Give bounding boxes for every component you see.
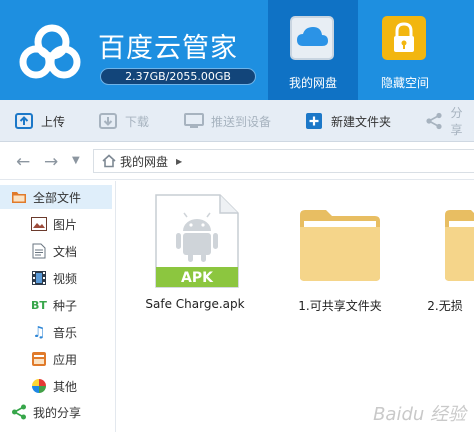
new-folder-icon <box>304 111 324 131</box>
share-label: 分享 <box>450 106 463 137</box>
forward-arrow-icon[interactable]: → <box>44 152 58 172</box>
music-icon: ♫ <box>32 323 46 341</box>
history-dropdown-icon[interactable]: ▼ <box>72 155 80 166</box>
storage-quota: 2.37GB/2055.00GB <box>100 68 256 85</box>
sidebar-item-label: 视频 <box>53 271 78 286</box>
share-icon <box>424 111 444 131</box>
sidebar-item-all-files[interactable]: 全部文件 <box>0 185 112 209</box>
bt-icon: BT <box>31 298 47 312</box>
new-folder-label: 新建文件夹 <box>331 114 392 129</box>
sidebar-item-apps[interactable]: 应用 <box>30 347 77 371</box>
image-icon <box>30 215 48 233</box>
sidebar-item-label: 其他 <box>53 379 78 394</box>
document-icon <box>30 242 48 260</box>
tab-hidden-space[interactable]: 隐藏空间 <box>360 0 450 100</box>
lock-icon <box>382 16 426 60</box>
file-list: APK Safe Charge.apk 1.可共享文件夹 2.无损 <box>117 181 474 432</box>
share-icon <box>10 403 28 421</box>
sidebar-item-images[interactable]: 图片 <box>30 212 77 236</box>
address-bar: ← → ▼ 我的网盘 ▶ <box>0 143 474 180</box>
video-icon <box>30 269 48 287</box>
toolbar: 上传 下载 推送到设备 新建文件夹 分享 <box>0 100 474 142</box>
file-type-badge: APK <box>181 270 213 286</box>
sidebar-item-label: 种子 <box>53 298 78 313</box>
sidebar-item-label: 全部文件 <box>33 190 82 205</box>
baidu-cloud-logo <box>19 24 81 79</box>
download-button[interactable]: 下载 <box>98 109 149 133</box>
sidebar-item-label: 音乐 <box>53 325 78 340</box>
sidebar-item-label: 应用 <box>53 352 78 367</box>
push-to-device-label: 推送到设备 <box>211 114 272 129</box>
tab-hidden-space-label: 隐藏空间 <box>380 76 429 90</box>
home-icon[interactable] <box>102 154 116 168</box>
sidebar-item-torrents[interactable]: BT 种子 <box>30 293 77 317</box>
folder-icon <box>10 188 28 206</box>
app-title: 百度云管家 <box>98 33 238 64</box>
sidebar-item-label: 我的分享 <box>33 405 82 420</box>
sidebar: 全部文件 图片 文档 视频 BT 种子 ♫ 音乐 应用 其他 我的分享 <box>0 181 116 432</box>
sidebar-item-music[interactable]: ♫ 音乐 <box>30 320 77 344</box>
tab-my-netdisk[interactable]: 我的网盘 <box>268 0 358 100</box>
app-header: 百度云管家 2.37GB/2055.00GB 我的网盘 隐藏空间 <box>0 0 474 100</box>
new-folder-button[interactable]: 新建文件夹 <box>304 109 391 133</box>
sidebar-item-documents[interactable]: 文档 <box>30 239 77 263</box>
file-name: Safe Charge.apk <box>145 297 245 311</box>
tab-my-netdisk-label: 我的网盘 <box>288 76 337 90</box>
breadcrumb-chevron-icon[interactable]: ▶ <box>176 157 182 166</box>
file-name: 2.无损 <box>427 299 463 313</box>
upload-icon <box>14 111 34 131</box>
share-button[interactable]: 分享 <box>424 106 474 137</box>
breadcrumb-item[interactable]: 我的网盘 <box>120 153 168 170</box>
cloud-icon <box>290 16 334 60</box>
upload-button[interactable]: 上传 <box>14 109 65 133</box>
other-icon <box>30 377 48 395</box>
app-icon <box>30 350 48 368</box>
sidebar-item-other[interactable]: 其他 <box>30 374 77 398</box>
sidebar-item-label: 图片 <box>53 217 78 232</box>
sidebar-item-my-share[interactable]: 我的分享 <box>10 400 81 424</box>
breadcrumb: 我的网盘 ▶ <box>93 149 474 173</box>
push-to-device-button[interactable]: 推送到设备 <box>184 109 271 133</box>
download-label: 下载 <box>125 114 150 129</box>
sidebar-item-videos[interactable]: 视频 <box>30 266 77 290</box>
folder-icon <box>445 210 474 281</box>
sidebar-item-label: 文档 <box>53 244 78 259</box>
download-icon <box>98 111 118 131</box>
folder-icon <box>300 210 380 281</box>
back-arrow-icon[interactable]: ← <box>16 152 30 172</box>
device-icon <box>184 111 204 131</box>
upload-label: 上传 <box>41 114 66 129</box>
watermark: Baidu 经验 <box>373 404 466 425</box>
